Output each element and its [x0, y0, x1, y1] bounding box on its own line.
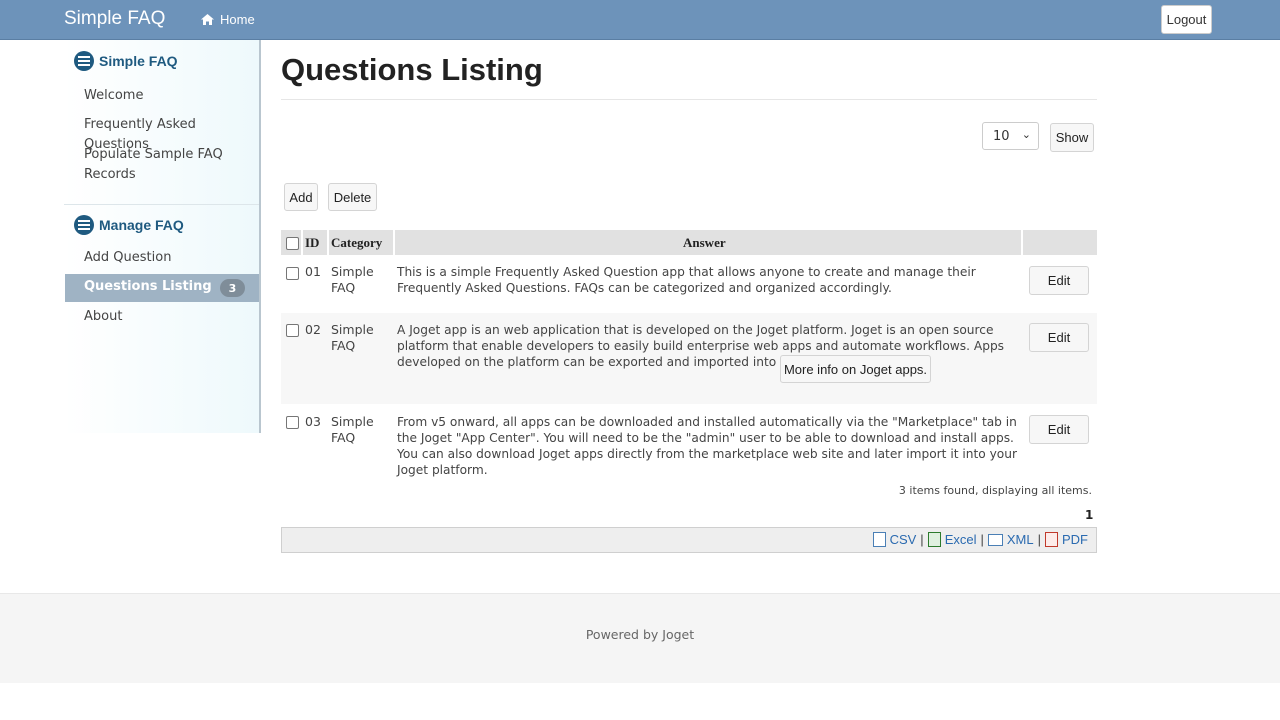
list-icon	[74, 51, 94, 71]
row-answer: From v5 onward, all apps can be download…	[397, 415, 1017, 477]
row-id: 01	[305, 264, 321, 279]
row-category: Simple FAQ	[331, 414, 374, 445]
page-number[interactable]: 1	[1085, 508, 1093, 522]
page-size-select[interactable]: 10 ⌄	[982, 122, 1039, 150]
column-header-category[interactable]: Category	[331, 235, 382, 251]
sidebar: Simple FAQ Welcome Frequently Asked Ques…	[64, 40, 261, 433]
edit-button[interactable]: Edit	[1029, 415, 1089, 444]
sidebar-section-simple-faq: Simple FAQ	[74, 51, 178, 71]
sidebar-section-manage-faq: Manage FAQ	[74, 215, 184, 235]
column-divider	[393, 230, 395, 255]
column-divider	[1021, 230, 1023, 255]
page-size-value: 10	[993, 128, 1010, 144]
separator: |	[980, 532, 984, 547]
sidebar-item-about[interactable]: About	[84, 307, 122, 327]
pdf-file-icon	[1045, 532, 1058, 547]
top-navbar: Simple FAQ Home Logout	[0, 0, 1280, 40]
chevron-down-icon: ⌄	[1021, 128, 1031, 141]
brand-link[interactable]: Simple FAQ	[64, 8, 165, 30]
edit-button[interactable]: Edit	[1029, 323, 1089, 352]
export-xml-link[interactable]: XML	[1007, 532, 1034, 547]
add-button[interactable]: Add	[284, 183, 318, 211]
page-title: Questions Listing	[281, 52, 543, 87]
xml-file-icon	[987, 533, 1003, 546]
row-checkbox[interactable]	[286, 416, 299, 429]
delete-button[interactable]: Delete	[328, 183, 377, 211]
row-checkbox[interactable]	[286, 324, 299, 337]
export-pdf-link[interactable]: PDF	[1062, 532, 1088, 547]
footer: Powered by Joget	[0, 593, 1280, 683]
list-icon	[74, 215, 94, 235]
table-header: ID Category Answer	[281, 230, 1097, 255]
home-icon	[201, 14, 214, 25]
home-link[interactable]: Home	[201, 12, 255, 27]
row-answer: This is a simple Frequently Asked Questi…	[397, 265, 976, 295]
column-divider	[301, 230, 303, 255]
items-summary: 3 items found, displaying all items.	[898, 484, 1092, 497]
footer-text: Powered by Joget	[585, 627, 695, 642]
export-links: CSV | Excel | XML | PDF	[872, 532, 1088, 547]
sidebar-divider	[64, 204, 259, 205]
excel-file-icon	[927, 532, 941, 547]
sidebar-item-welcome[interactable]: Welcome	[84, 86, 143, 106]
edit-button[interactable]: Edit	[1029, 266, 1089, 295]
sidebar-item-questions-listing[interactable]: Questions Listing 3	[65, 274, 259, 302]
sidebar-section-title: Simple FAQ	[99, 53, 178, 69]
export-csv-link[interactable]: CSV	[890, 532, 917, 547]
row-checkbox[interactable]	[286, 267, 299, 280]
row-category: Simple FAQ	[331, 322, 374, 353]
sidebar-item-add-question[interactable]: Add Question	[84, 248, 171, 268]
home-label: Home	[220, 12, 255, 27]
row-id: 02	[305, 322, 321, 337]
column-divider	[327, 230, 329, 255]
row-id: 03	[305, 414, 321, 429]
logout-button[interactable]: Logout	[1161, 5, 1212, 34]
column-header-id[interactable]: ID	[305, 235, 319, 251]
sidebar-item-populate-sample[interactable]: Populate Sample FAQ Records	[84, 145, 224, 185]
export-excel-link[interactable]: Excel	[945, 532, 977, 547]
csv-file-icon	[872, 532, 886, 547]
sidebar-item-label: Questions Listing	[84, 279, 212, 294]
column-header-answer[interactable]: Answer	[683, 235, 726, 251]
title-divider	[281, 99, 1097, 100]
separator: |	[920, 532, 924, 547]
show-button[interactable]: Show	[1050, 123, 1094, 152]
export-bar: CSV | Excel | XML | PDF	[281, 527, 1097, 553]
select-all-checkbox[interactable]	[286, 237, 299, 250]
count-badge: 3	[220, 279, 245, 297]
row-category: Simple FAQ	[331, 264, 374, 295]
separator: |	[1037, 532, 1041, 547]
more-info-button[interactable]: More info on Joget apps.	[780, 355, 931, 383]
sidebar-section-title: Manage FAQ	[99, 217, 184, 233]
